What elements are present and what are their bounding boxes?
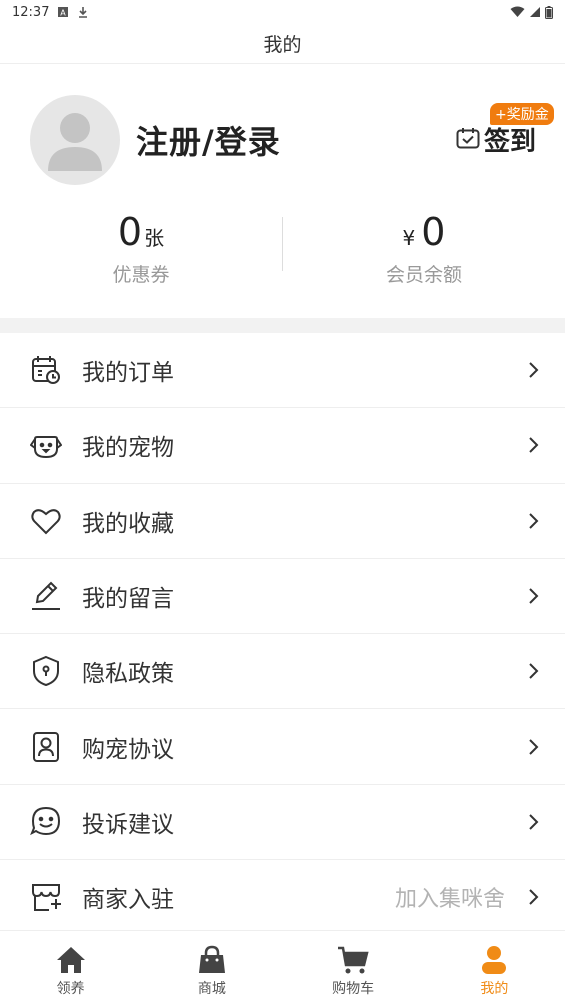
coupons-label: 优惠券 (112, 264, 170, 286)
calendar-check-icon (456, 127, 480, 153)
status-bar: 12:37 A (0, 0, 565, 24)
menu-item-privacy[interactable]: 隐私政策 (0, 634, 565, 710)
currency-symbol: ¥ (402, 226, 416, 250)
section-divider (0, 318, 565, 333)
balance-label: 会员余额 (385, 264, 462, 286)
coupons-stat[interactable]: 0 张 优惠券 (0, 210, 282, 287)
storefront-icon (30, 881, 62, 913)
shield-keyhole-icon (30, 655, 62, 687)
menu-item-purchase-agreement[interactable]: 购宠协议 (0, 709, 565, 785)
page-title-bar: 我的 (0, 24, 565, 64)
checkin-label: 签到 (484, 127, 537, 157)
checkin-button[interactable]: 签到 (456, 121, 536, 158)
menu-item-merchant[interactable]: 商家入驻 加入集咪舍 (0, 860, 565, 936)
tab-mine[interactable]: 我的 (424, 931, 565, 1004)
chevron-right-icon (529, 588, 539, 604)
menu-label-orders: 我的订单 (82, 360, 174, 387)
menu-label-merchant: 商家入驻 (82, 887, 174, 914)
tab-label-adopt: 领养 (56, 980, 85, 997)
person-icon (478, 944, 510, 976)
menu-item-messages[interactable]: 我的留言 (0, 559, 565, 635)
coupons-unit: 张 (144, 226, 165, 250)
home-icon (55, 944, 87, 976)
dog-face-icon (30, 429, 62, 461)
shopping-bag-icon (196, 944, 228, 976)
svg-text:A: A (61, 9, 67, 18)
download-icon (77, 6, 89, 19)
page-title: 我的 (263, 34, 302, 56)
menu-label-feedback: 投诉建议 (82, 811, 174, 838)
menu-label-pets: 我的宠物 (82, 435, 174, 462)
tab-mall[interactable]: 商城 (141, 931, 282, 1004)
balance-amount: 0 (421, 210, 446, 254)
menu-item-favorites[interactable]: 我的收藏 (0, 484, 565, 559)
coupons-count: 0 (117, 210, 143, 254)
heart-icon (30, 505, 62, 537)
signal-icon (529, 6, 541, 18)
tab-label-mine: 我的 (480, 980, 509, 997)
merchant-join-hint: 加入集咪舍 (394, 887, 505, 913)
menu-label-privacy: 隐私政策 (82, 661, 174, 688)
chevron-right-icon (529, 437, 539, 454)
pen-icon (30, 580, 62, 612)
menu-label-favorites: 我的收藏 (82, 510, 174, 537)
menu-label-purchase-agreement: 购宠协议 (82, 736, 174, 763)
battery-icon (545, 5, 553, 19)
chevron-right-icon (529, 362, 539, 378)
person-badge-icon (30, 731, 62, 763)
calendar-clock-icon (30, 354, 62, 386)
wifi-icon (510, 6, 525, 18)
tab-adopt[interactable]: 领养 (0, 931, 141, 1004)
menu-item-orders[interactable]: 我的订单 (0, 333, 565, 409)
tab-label-cart: 购物车 (332, 980, 375, 997)
tab-cart[interactable]: 购物车 (283, 931, 424, 1004)
cart-icon (337, 944, 369, 976)
menu-item-pets[interactable]: 我的宠物 (0, 408, 565, 484)
status-time: 12:37 (12, 4, 50, 20)
chevron-right-icon (529, 889, 539, 905)
smile-chat-icon (30, 806, 62, 838)
tab-label-mall: 商城 (197, 980, 226, 997)
avatar[interactable] (30, 95, 120, 185)
login-register-link[interactable]: 注册/登录 (136, 117, 281, 163)
default-avatar-icon (48, 113, 102, 171)
menu-item-feedback[interactable]: 投诉建议 (0, 785, 565, 861)
chevron-right-icon (529, 513, 539, 529)
bottom-tab-bar: 领养 商城 购物车 我的 (0, 930, 565, 1004)
chevron-right-icon (529, 814, 539, 830)
profile-card: 注册/登录 签到 +奖励金 0 张 优惠券 ¥ 0 会员余额 (0, 65, 565, 318)
chevron-right-icon (529, 663, 539, 680)
menu-list: 我的订单 我的宠物 我的收藏 我的留言 隐私政策 购宠协议 投诉建议 商家入驻 … (0, 333, 565, 936)
balance-stat[interactable]: ¥ 0 会员余额 (283, 210, 565, 287)
chevron-right-icon (529, 738, 539, 755)
notification-a-icon: A (57, 6, 69, 18)
reward-badge: +奖励金 (490, 103, 554, 125)
menu-label-messages: 我的留言 (82, 586, 174, 613)
